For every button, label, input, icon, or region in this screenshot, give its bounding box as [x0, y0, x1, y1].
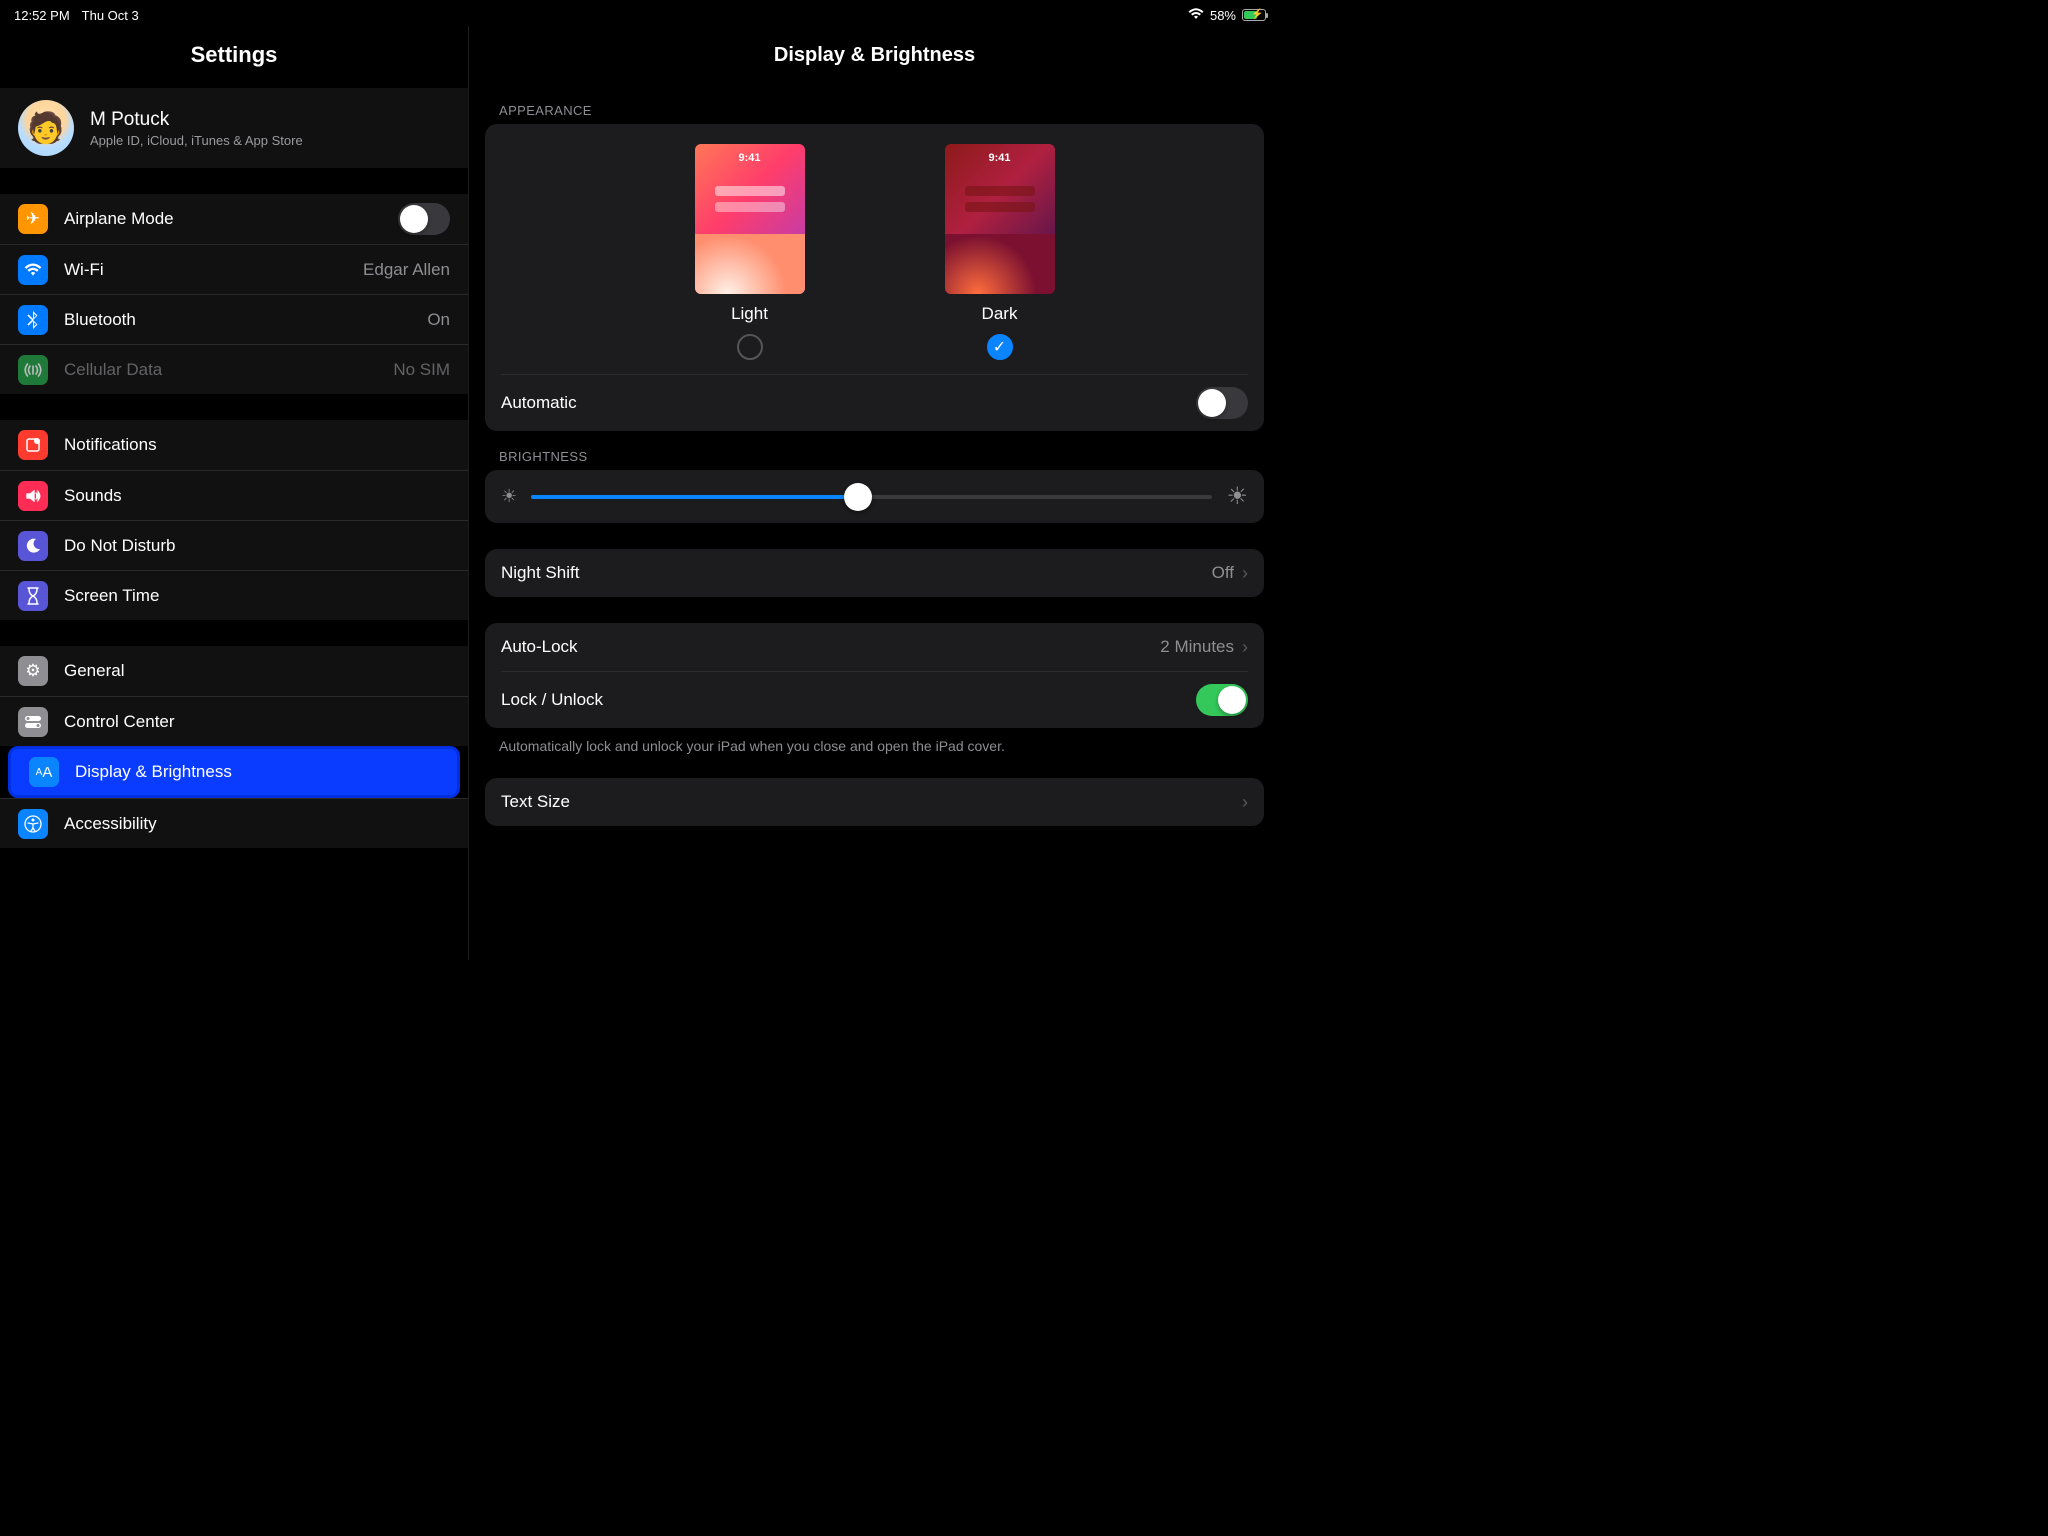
detail-title: Display & Brightness — [469, 26, 1280, 85]
sidebar-item-sounds[interactable]: Sounds — [0, 470, 468, 520]
sidebar-item-airplane[interactable]: ✈︎ Airplane Mode — [0, 194, 468, 244]
battery-percent: 58% — [1210, 8, 1236, 23]
sidebar-item-general[interactable]: ⚙︎ General — [0, 646, 468, 696]
sun-large-icon: ☀︎ — [1226, 482, 1248, 511]
status-date: Thu Oct 3 — [82, 8, 139, 23]
automatic-toggle[interactable] — [1196, 387, 1248, 419]
nightshift-card: Night Shift Off › — [485, 549, 1264, 597]
sidebar-item-wifi[interactable]: Wi-Fi Edgar Allen — [0, 244, 468, 294]
moon-icon — [18, 531, 48, 561]
toggles-icon — [18, 707, 48, 737]
battery-icon: ⚡ — [1242, 9, 1266, 21]
sounds-icon — [18, 481, 48, 511]
chevron-right-icon: › — [1242, 637, 1248, 658]
sidebar-item-dnd[interactable]: Do Not Disturb — [0, 520, 468, 570]
bluetooth-icon — [18, 305, 48, 335]
profile-row[interactable]: 🧑 M Potuck Apple ID, iCloud, iTunes & Ap… — [0, 88, 468, 168]
sun-small-icon: ☀︎ — [501, 486, 517, 507]
sidebar-item-display[interactable]: AA Display & Brightness — [8, 746, 460, 798]
wifi-icon — [1188, 8, 1204, 23]
textsize-row[interactable]: Text Size › — [485, 778, 1264, 826]
appearance-dark[interactable]: 9:41 Dark ✓ — [945, 144, 1055, 360]
cellular-icon — [18, 355, 48, 385]
profile-sub: Apple ID, iCloud, iTunes & App Store — [90, 133, 303, 148]
brightness-card: ☀︎ ☀︎ — [485, 470, 1264, 523]
light-radio[interactable] — [737, 334, 763, 360]
sidebar-title: Settings — [0, 26, 468, 88]
brightness-header: BRIGHTNESS — [469, 431, 1280, 470]
chevron-right-icon: › — [1242, 563, 1248, 584]
lock-card: Auto-Lock 2 Minutes › Lock / Unlock — [485, 623, 1264, 728]
gear-icon: ⚙︎ — [18, 656, 48, 686]
sidebar-item-cellular[interactable]: Cellular Data No SIM — [0, 344, 468, 394]
lock-note: Automatically lock and unlock your iPad … — [469, 728, 1280, 764]
autolock-row[interactable]: Auto-Lock 2 Minutes › — [485, 623, 1264, 671]
appearance-card: 9:41 Light 9:41 Dark ✓ Automatic — [485, 124, 1264, 431]
alerts-group: Notifications Sounds Do Not Disturb Scre… — [0, 420, 468, 620]
system-group: ⚙︎ General Control Center AA Display & B… — [0, 646, 468, 848]
nightshift-row[interactable]: Night Shift Off › — [485, 549, 1264, 597]
lockunlock-toggle[interactable] — [1196, 684, 1248, 716]
connectivity-group: ✈︎ Airplane Mode Wi-Fi Edgar Allen Bluet… — [0, 194, 468, 394]
light-preview: 9:41 — [695, 144, 805, 294]
automatic-row[interactable]: Automatic — [485, 375, 1264, 431]
status-bar: 12:52 PM Thu Oct 3 58% ⚡ — [0, 0, 1280, 26]
detail-pane: Display & Brightness APPEARANCE 9:41 Lig… — [468, 26, 1280, 960]
notifications-icon — [18, 430, 48, 460]
wifi-icon — [18, 255, 48, 285]
status-time: 12:52 PM — [14, 8, 70, 23]
airplane-toggle[interactable] — [398, 203, 450, 235]
airplane-icon: ✈︎ — [18, 204, 48, 234]
appearance-header: APPEARANCE — [469, 85, 1280, 124]
profile-name: M Potuck — [90, 109, 303, 131]
chevron-right-icon: › — [1242, 792, 1248, 813]
accessibility-icon — [18, 809, 48, 839]
sidebar-item-notifications[interactable]: Notifications — [0, 420, 468, 470]
sidebar-item-bluetooth[interactable]: Bluetooth On — [0, 294, 468, 344]
hourglass-icon — [18, 581, 48, 611]
avatar: 🧑 — [18, 100, 74, 156]
sidebar-item-accessibility[interactable]: Accessibility — [0, 798, 468, 848]
sidebar-item-screentime[interactable]: Screen Time — [0, 570, 468, 620]
settings-sidebar: Settings 🧑 M Potuck Apple ID, iCloud, iT… — [0, 26, 468, 960]
dark-preview: 9:41 — [945, 144, 1055, 294]
textsize-icon: AA — [29, 757, 59, 787]
appearance-light[interactable]: 9:41 Light — [695, 144, 805, 360]
lockunlock-row[interactable]: Lock / Unlock — [485, 672, 1264, 728]
textsize-card: Text Size › — [485, 778, 1264, 826]
sidebar-item-controlcenter[interactable]: Control Center — [0, 696, 468, 746]
dark-radio[interactable]: ✓ — [987, 334, 1013, 360]
brightness-slider[interactable] — [531, 495, 1212, 499]
